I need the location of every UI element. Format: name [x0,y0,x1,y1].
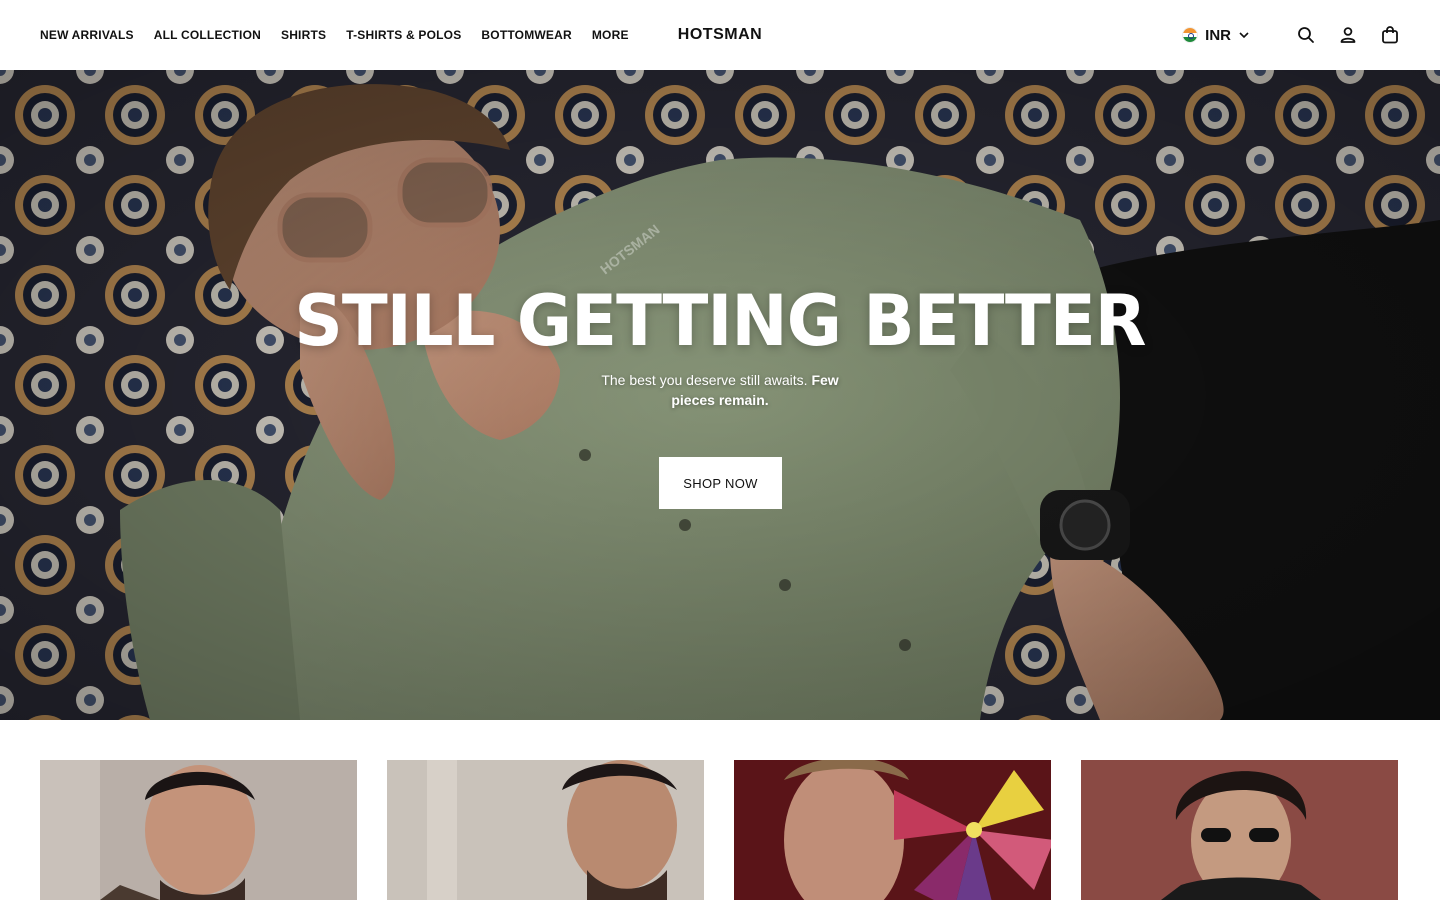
chevron-down-icon [1239,32,1249,39]
collection-card-image [40,760,357,900]
currency-code: INR [1205,26,1231,44]
collection-grid [40,760,1400,900]
search-icon [1298,27,1314,43]
india-flag-icon [1182,27,1199,43]
shop-now-button[interactable]: SHOP NOW [659,457,782,509]
hero-banner: HOTSMAN STILL GETTING BETTER The best yo… [0,70,1440,720]
hero-subtitle-plain: The best you deserve still awaits. [601,372,808,388]
site-header: NEW ARRIVALS ALL COLLECTION SHIRTS T-SHI… [0,0,1440,70]
hero-subtitle: The best you deserve still awaits. Few p… [590,370,850,410]
site-logo[interactable]: HOTSMAN [678,26,762,43]
collection-card-image [1081,760,1398,900]
cart-button[interactable] [1380,25,1400,45]
hero-content: STILL GETTING BETTER The best you deserv… [0,70,1440,720]
nav-new-arrivals[interactable]: NEW ARRIVALS [40,28,134,42]
header-tools: INR [1182,0,1400,70]
currency-selector[interactable]: INR [1182,27,1250,44]
account-icon [1340,27,1356,43]
nav-shirts[interactable]: SHIRTS [281,28,326,42]
nav-more[interactable]: MORE [592,28,629,42]
search-button[interactable] [1296,25,1316,45]
collection-card[interactable] [387,760,704,900]
collection-card-image [734,760,1051,900]
hero-title: STILL GETTING BETTER [294,280,1146,362]
nav-all-collection[interactable]: ALL COLLECTION [154,28,261,42]
collection-card[interactable] [1081,760,1398,900]
collection-card[interactable] [40,760,357,900]
nav-bottomwear[interactable]: BOTTOMWEAR [481,28,571,42]
collection-card-image [387,760,704,900]
bag-icon [1382,26,1398,44]
collection-card[interactable] [734,760,1051,900]
nav-tshirts-polos[interactable]: T-SHIRTS & POLOS [346,28,461,42]
account-button[interactable] [1338,25,1358,45]
main-nav: NEW ARRIVALS ALL COLLECTION SHIRTS T-SHI… [40,0,629,70]
